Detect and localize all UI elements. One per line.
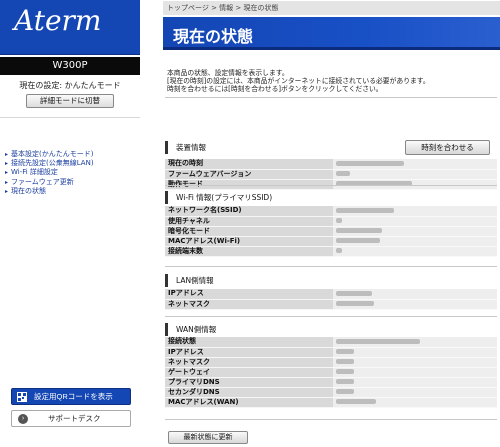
table-row: IPアドレス: [165, 347, 497, 358]
brand-logo: Aterm: [0, 0, 140, 55]
row-label: 接続状態: [165, 337, 333, 348]
arrow-right-icon: ›: [18, 414, 28, 424]
sidebar: Aterm W300P 現在の設定: かんたんモード 詳細モードに切替 ▸ 基本設…: [0, 0, 140, 447]
nav-item-label: Wi-Fi 詳細設定: [11, 168, 58, 177]
nav-item-label: 基本設定(かんたんモード): [11, 150, 94, 158]
row-label: IPアドレス: [165, 289, 333, 300]
lan-info-table: IPアドレス ネットマスク: [165, 289, 497, 310]
wifi-info-table: ネットワーク名(SSID) 使用チャネル 暗号化モード MACアドレス(Wi-F…: [165, 206, 497, 257]
divider: [165, 316, 497, 317]
row-value: [333, 216, 497, 227]
row-label: MACアドレス(Wi-Fi): [165, 236, 333, 247]
table-row: ネットマスク: [165, 357, 497, 368]
table-row: 接続状態: [165, 337, 497, 348]
table-row: ネットワーク名(SSID): [165, 206, 497, 217]
description-line: 本商品の状態、設定情報を表示します。: [167, 69, 289, 77]
description-line: 時刻を合わせるには[時刻を合わせる]ボタンをクリックしてください。: [167, 85, 383, 93]
row-value: [333, 387, 497, 398]
table-row: 使用チャネル: [165, 216, 497, 227]
row-label: ネットワーク名(SSID): [165, 206, 333, 217]
row-label: セカンダリDNS: [165, 387, 333, 398]
title-bar: 現在の状態: [163, 17, 500, 50]
row-label: ゲートウェイ: [165, 367, 333, 378]
row-label: ファームウェアバージョン: [165, 169, 333, 180]
divider: [165, 97, 497, 98]
support-button-label: サポートデスク: [48, 414, 101, 423]
row-label: 使用チャネル: [165, 216, 333, 227]
description-line: [現在の時刻]の設定には、本商品がインターネットに接続されている必要があります。: [167, 77, 430, 85]
nav-item-wifi-detail[interactable]: ▸ Wi-Fi 詳細設定: [5, 168, 94, 177]
table-row: ネットマスク: [165, 299, 497, 310]
logo-text: Aterm: [14, 4, 102, 37]
section-header-wifi: Wi-Fi 情報(プライマリSSID): [165, 191, 272, 204]
table-row: 動作モード: [165, 179, 497, 190]
row-value: [333, 246, 497, 257]
nav-item-basic-settings[interactable]: ▸ 基本設定(かんたんモード): [5, 150, 94, 159]
main-content: トップページ > 情報 > 現在の状態 現在の状態 本商品の状態、設定情報を表示…: [163, 0, 500, 447]
row-value: [333, 159, 497, 170]
switch-detail-mode-button[interactable]: 詳細モードに切替: [26, 94, 114, 108]
table-row: 暗号化モード: [165, 226, 497, 237]
table-row: 現在の時刻: [165, 159, 497, 170]
table-row: 接続端末数: [165, 246, 497, 257]
table-row: IPアドレス: [165, 289, 497, 300]
sync-time-button[interactable]: 時刻を合わせる: [405, 140, 490, 155]
row-value: [333, 357, 497, 368]
row-label: 現在の時刻: [165, 159, 333, 170]
divider: [165, 419, 497, 420]
row-value: [333, 337, 497, 348]
section-header-device: 装置情報: [165, 141, 206, 154]
row-value: [333, 289, 497, 300]
section-header-lan: LAN側情報: [165, 274, 214, 287]
nav-item-firmware-update[interactable]: ▸ ファームウェア更新: [5, 178, 94, 187]
divider: [165, 185, 497, 186]
table-row: MACアドレス(WAN): [165, 397, 497, 408]
row-value: [333, 179, 497, 190]
row-value: [333, 226, 497, 237]
current-mode-text: 現在の設定: かんたんモード: [19, 81, 121, 90]
qr-button-label: 設定用QRコードを表示: [34, 392, 113, 401]
row-label: 動作モード: [165, 179, 333, 190]
row-value: [333, 397, 497, 408]
table-row: MACアドレス(Wi-Fi): [165, 236, 497, 247]
row-label: ネットマスク: [165, 299, 333, 310]
row-value: [333, 206, 497, 217]
support-desk-button[interactable]: › サポートデスク: [11, 410, 131, 427]
breadcrumb: トップページ > 情報 > 現在の状態: [163, 1, 500, 15]
nav-item-current-status[interactable]: ▸ 現在の状態: [5, 187, 94, 196]
row-value: [333, 347, 497, 358]
row-value: [333, 236, 497, 247]
table-row: ファームウェアバージョン: [165, 169, 497, 180]
divider: [165, 266, 497, 267]
row-label: ネットマスク: [165, 357, 333, 368]
row-label: MACアドレス(WAN): [165, 397, 333, 408]
row-label: 暗号化モード: [165, 226, 333, 237]
refresh-status-button[interactable]: 最新状態に更新: [168, 431, 248, 444]
row-value: [333, 367, 497, 378]
table-row: プライマリDNS: [165, 377, 497, 388]
sidebar-divider: [0, 117, 140, 118]
table-row: ゲートウェイ: [165, 367, 497, 378]
row-value: [333, 299, 497, 310]
row-label: プライマリDNS: [165, 377, 333, 388]
page-title: 現在の状態: [173, 27, 254, 46]
nav-item-label: 接続先設定(公衆無線LAN): [11, 159, 94, 168]
nav-item-label: ファームウェア更新: [11, 177, 74, 186]
qr-code-icon: [17, 392, 27, 402]
row-value: [333, 377, 497, 388]
section-header-wan: WAN側情報: [165, 323, 216, 336]
show-qr-code-button[interactable]: 設定用QRコードを表示: [11, 388, 131, 405]
row-label: 接続端末数: [165, 246, 333, 257]
sidebar-nav: ▸ 基本設定(かんたんモード) ▸ 接続先設定(公衆無線LAN) ▸ Wi-Fi 詳細…: [5, 150, 94, 196]
table-row: セカンダリDNS: [165, 387, 497, 398]
title-stripe: [163, 47, 500, 50]
row-label: IPアドレス: [165, 347, 333, 358]
page-description: 本商品の状態、設定情報を表示します。 [現在の時刻]の設定には、本商品がインター…: [167, 69, 500, 93]
row-value: [333, 169, 497, 180]
wan-info-table: 接続状態 IPアドレス ネットマスク ゲートウェイ プライマリDNS セカンダリ…: [165, 337, 497, 408]
nav-item-label: 現在の状態: [11, 186, 46, 195]
model-name: W300P: [0, 57, 140, 75]
